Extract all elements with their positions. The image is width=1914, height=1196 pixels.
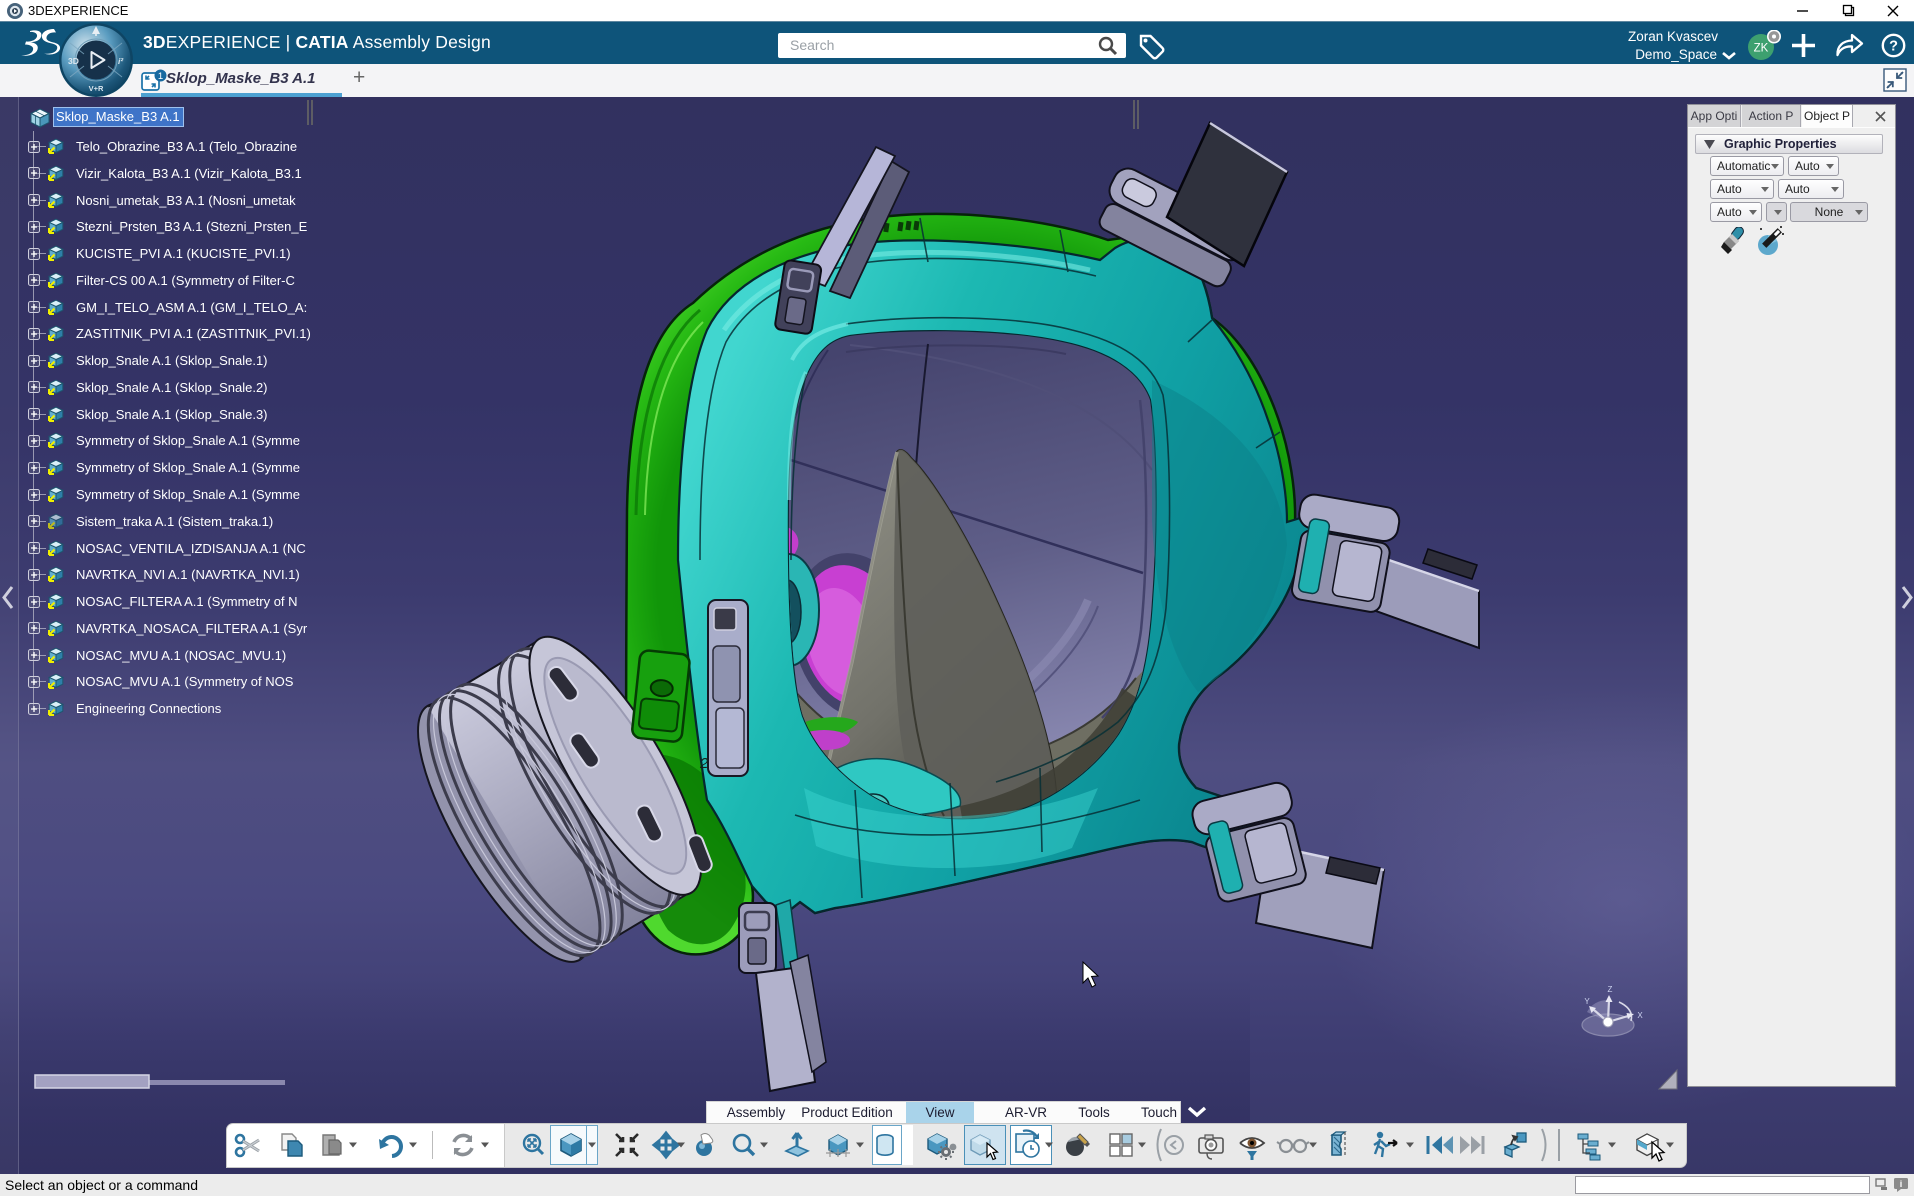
- svg-text:?: ?: [1889, 39, 1898, 55]
- svg-text:i: i: [1900, 1179, 1903, 1189]
- svg-text:2: 2: [699, 755, 709, 772]
- svg-text:Z: Z: [1608, 985, 1613, 994]
- svg-text:1: 1: [158, 71, 163, 82]
- svg-text:V+R: V+R: [89, 84, 104, 93]
- svg-text:Y: Y: [1584, 997, 1590, 1006]
- svg-text:X: X: [1637, 1011, 1643, 1020]
- svg-text:3D: 3D: [68, 56, 79, 66]
- svg-text:ZK: ZK: [1754, 43, 1769, 55]
